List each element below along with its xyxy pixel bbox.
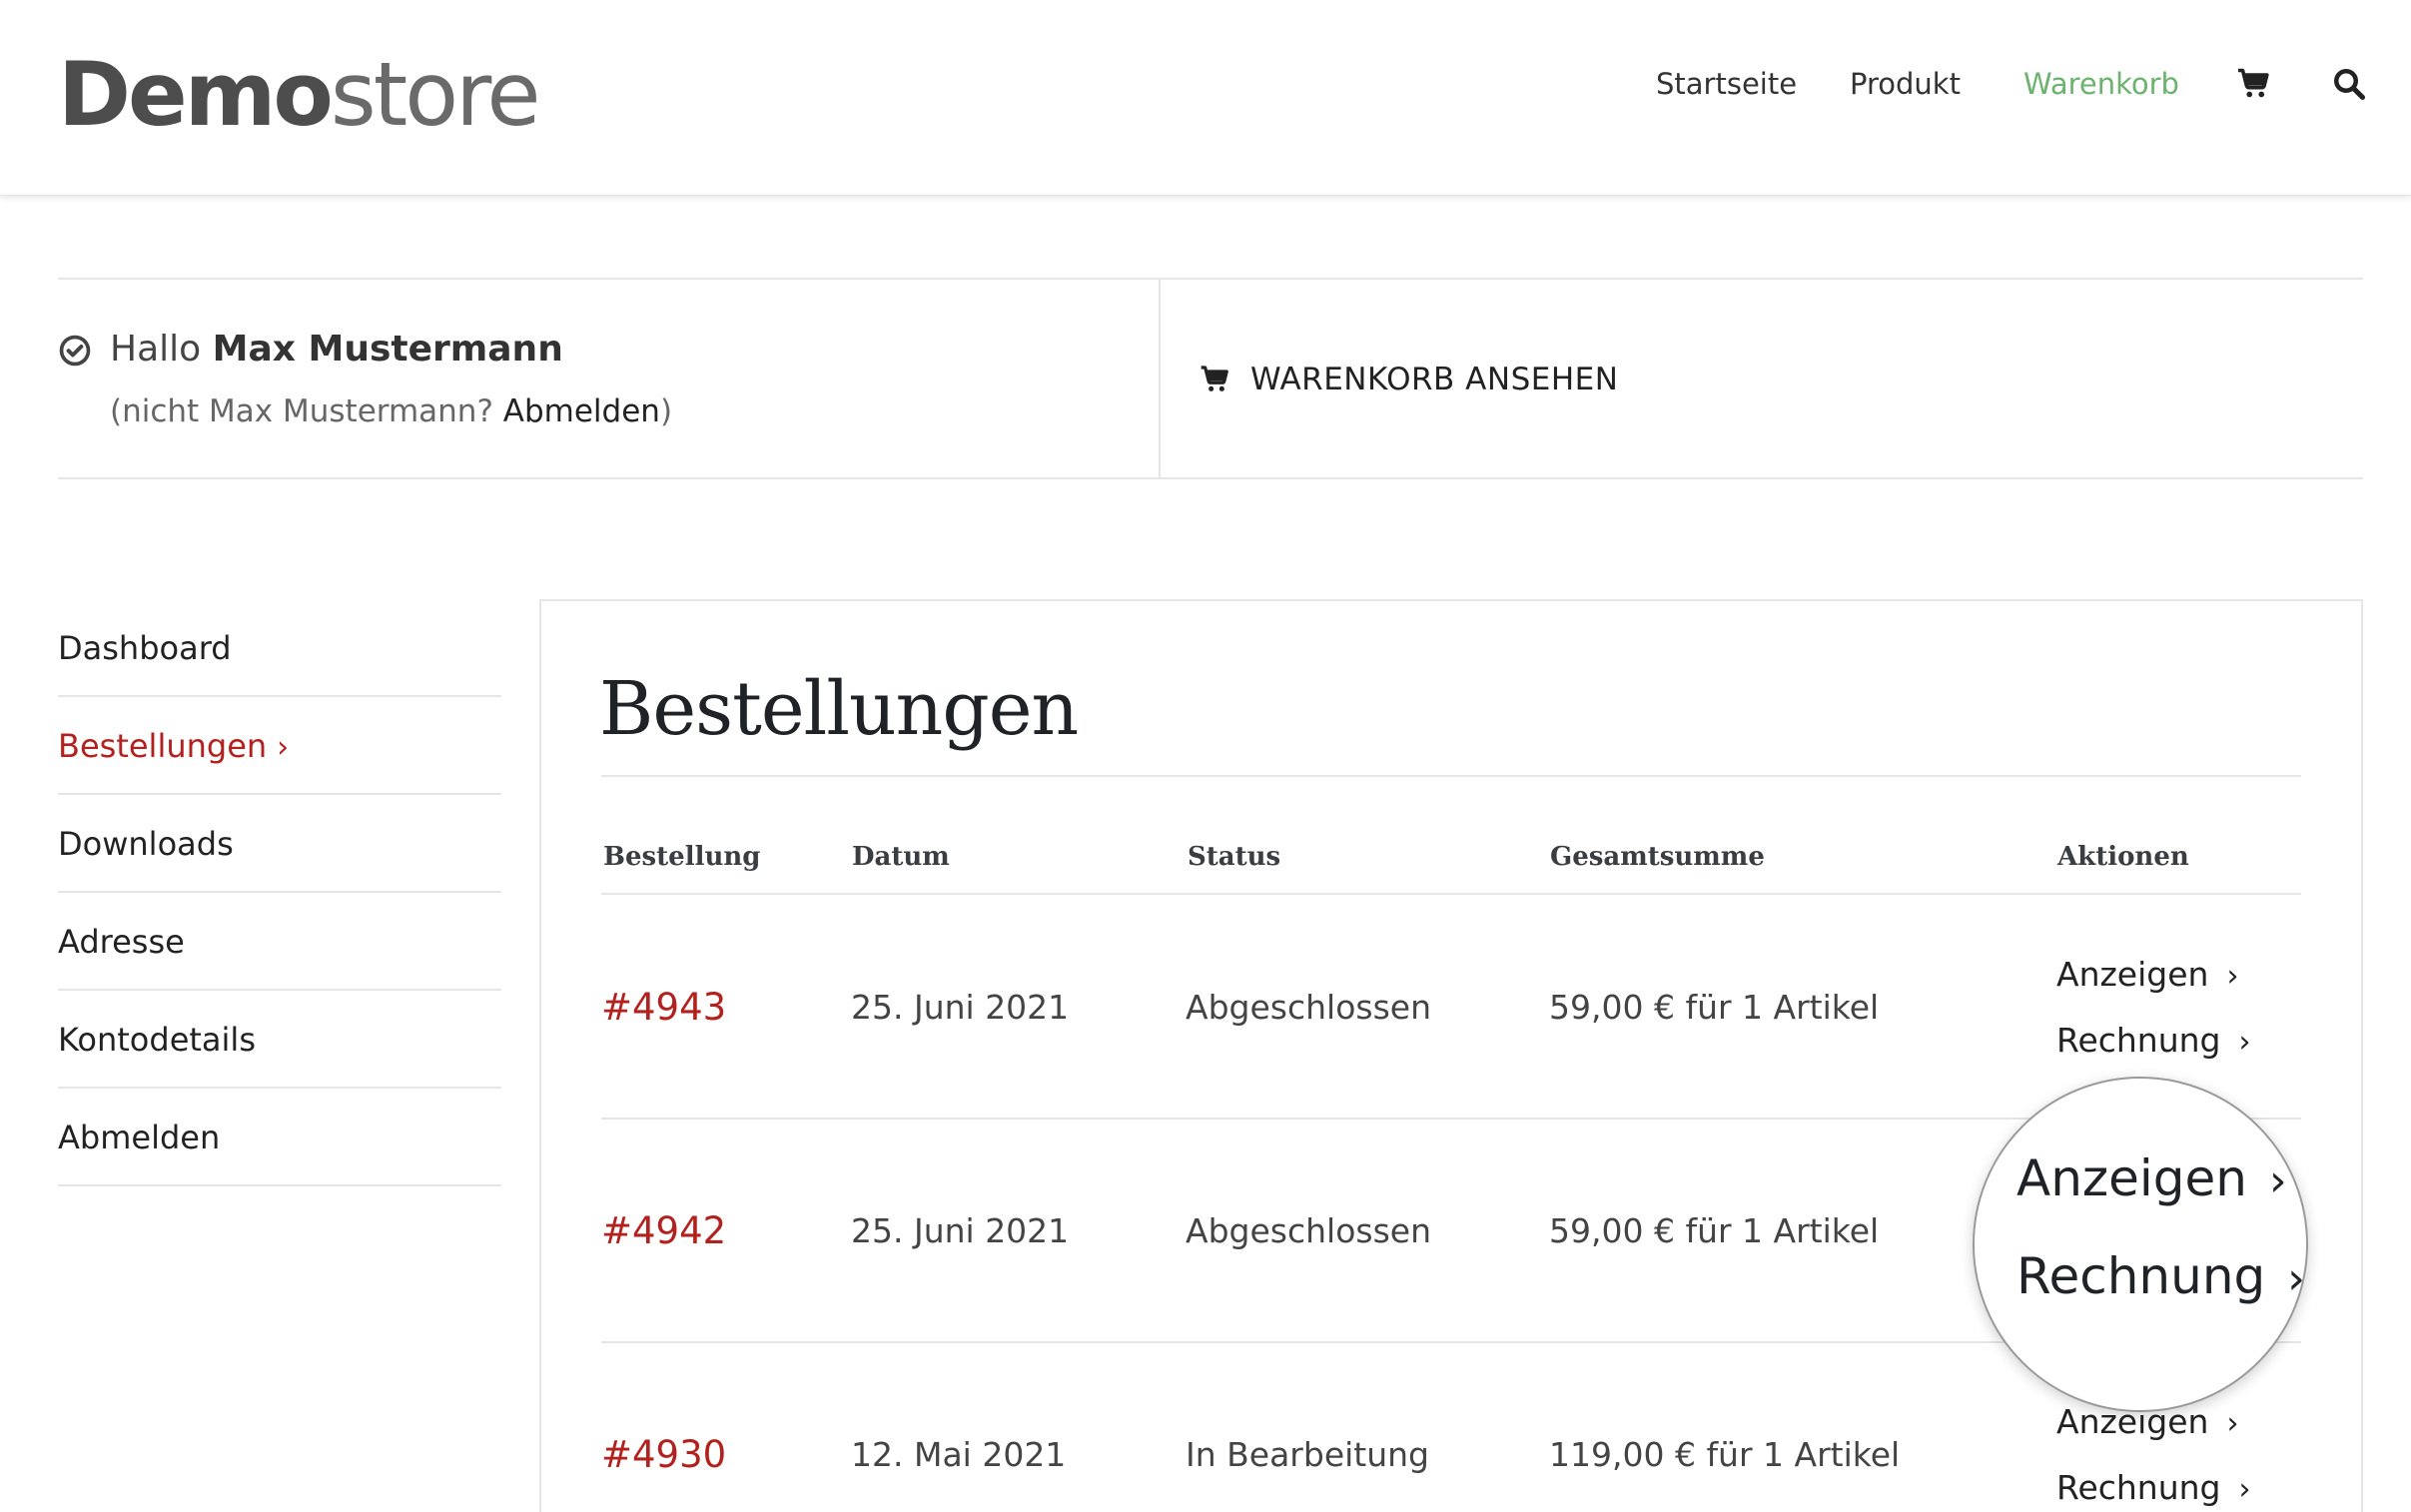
- not-user-text: (nicht Max Mustermann? Abmelden): [110, 389, 672, 433]
- chevron-right-icon: ›: [2226, 959, 2239, 994]
- column-header-aktionen: Aktionen: [2057, 842, 2189, 872]
- check-circle-icon: [59, 335, 91, 367]
- chevron-right-icon: ›: [2238, 1472, 2251, 1507]
- logo-bold-text: Demo: [58, 43, 334, 146]
- greeting-text: Hallo Max Mustermann: [110, 326, 563, 374]
- column-header-bestellung[interactable]: Bestellung: [603, 837, 760, 877]
- view-order-label: Anzeigen: [2056, 955, 2209, 994]
- title-divider: [601, 775, 2301, 777]
- sidebar-item-label: Bestellungen: [58, 727, 268, 765]
- cart-icon: [1201, 366, 1228, 391]
- logo-light-text: store: [330, 43, 541, 146]
- account-sidebar: Dashboard Bestellungen › Downloads Adress…: [58, 599, 501, 1186]
- order-date: 12. Mai 2021: [851, 1435, 1067, 1474]
- order-number-link[interactable]: #4942: [601, 1207, 726, 1255]
- not-user-prefix: (nicht Max Mustermann?: [110, 393, 493, 429]
- strip-vertical-divider: [1159, 280, 1161, 479]
- greeting-user-name: Max Mustermann: [212, 329, 563, 370]
- chevron-right-icon: ›: [2287, 1253, 2305, 1304]
- invoice-button[interactable]: Rechnung ›: [2056, 1017, 2251, 1067]
- page: Demostore Startseite Produkt Warenkorb H…: [0, 0, 2411, 1512]
- sidebar-item-label: Dashboard: [58, 629, 232, 667]
- strip-top-divider: [58, 278, 2363, 280]
- chevron-right-icon: ›: [2226, 1406, 2239, 1441]
- magnifier-callout: Anzeigen › Rechnung ›: [1973, 1077, 2308, 1412]
- invoice-label: Rechnung: [2056, 1468, 2221, 1507]
- chevron-right-icon: ›: [277, 730, 290, 765]
- view-order-label: Anzeigen: [2016, 1149, 2247, 1207]
- sidebar-item-adresse[interactable]: Adresse: [58, 893, 501, 991]
- greeting-hello: Hallo: [110, 329, 202, 370]
- sidebar-item-dashboard[interactable]: Dashboard: [58, 599, 501, 697]
- sidebar-item-label: Abmelden: [58, 1119, 221, 1156]
- order-date: 25. Juni 2021: [851, 988, 1070, 1027]
- order-date: 25. Juni 2021: [851, 1211, 1070, 1250]
- order-status: Abgeschlossen: [1186, 988, 1431, 1027]
- order-status: Abgeschlossen: [1186, 1211, 1431, 1250]
- nav-produkt[interactable]: Produkt: [1850, 62, 1961, 106]
- order-number-link[interactable]: #4943: [601, 984, 726, 1032]
- nav-warenkorb[interactable]: Warenkorb: [2023, 62, 2179, 106]
- sidebar-item-downloads[interactable]: Downloads: [58, 795, 501, 893]
- strip-bottom-divider: [58, 477, 2363, 479]
- search-icon[interactable]: [2331, 66, 2367, 102]
- table-header-divider: [601, 893, 2301, 895]
- sidebar-item-abmelden[interactable]: Abmelden: [58, 1089, 501, 1186]
- cart-icon[interactable]: [2235, 66, 2271, 102]
- view-order-button[interactable]: Anzeigen ›: [2056, 951, 2238, 1001]
- column-header-datum[interactable]: Datum: [852, 837, 950, 877]
- view-order-button[interactable]: Anzeigen ›: [2016, 1146, 2287, 1213]
- nav-startseite[interactable]: Startseite: [1656, 62, 1797, 106]
- chevron-right-icon: ›: [2238, 1025, 2251, 1060]
- order-total: 59,00 € für 1 Artikel: [1549, 988, 1880, 1027]
- site-header: Demostore Startseite Produkt Warenkorb: [0, 0, 2411, 196]
- order-total: 59,00 € für 1 Artikel: [1549, 1211, 1880, 1250]
- sidebar-item-kontodetails[interactable]: Kontodetails: [58, 991, 501, 1089]
- column-header-status[interactable]: Status: [1188, 837, 1280, 877]
- invoice-button[interactable]: Rechnung ›: [2056, 1464, 2251, 1512]
- column-header-gesamtsumme[interactable]: Gesamtsumme: [1550, 837, 1765, 877]
- invoice-button[interactable]: Rechnung ›: [2016, 1244, 2305, 1311]
- page-title: Bestellungen: [599, 666, 1079, 752]
- chevron-right-icon: ›: [2268, 1155, 2287, 1206]
- view-cart-label: WARENKORB ANSEHEN: [1250, 362, 1619, 397]
- order-number-link[interactable]: #4930: [601, 1431, 726, 1479]
- sidebar-item-bestellungen[interactable]: Bestellungen ›: [58, 697, 501, 795]
- order-total: 119,00 € für 1 Artikel: [1549, 1435, 1901, 1474]
- invoice-label: Rechnung: [2016, 1247, 2266, 1305]
- greeting-logout-link[interactable]: Abmelden: [503, 393, 660, 429]
- invoice-label: Rechnung: [2056, 1021, 2221, 1060]
- store-logo[interactable]: Demostore: [58, 40, 541, 150]
- not-user-suffix: ): [659, 393, 673, 429]
- order-status: In Bearbeitung: [1186, 1435, 1430, 1474]
- sidebar-item-label: Kontodetails: [58, 1021, 256, 1059]
- sidebar-item-label: Downloads: [58, 825, 234, 863]
- sidebar-item-label: Adresse: [58, 923, 185, 961]
